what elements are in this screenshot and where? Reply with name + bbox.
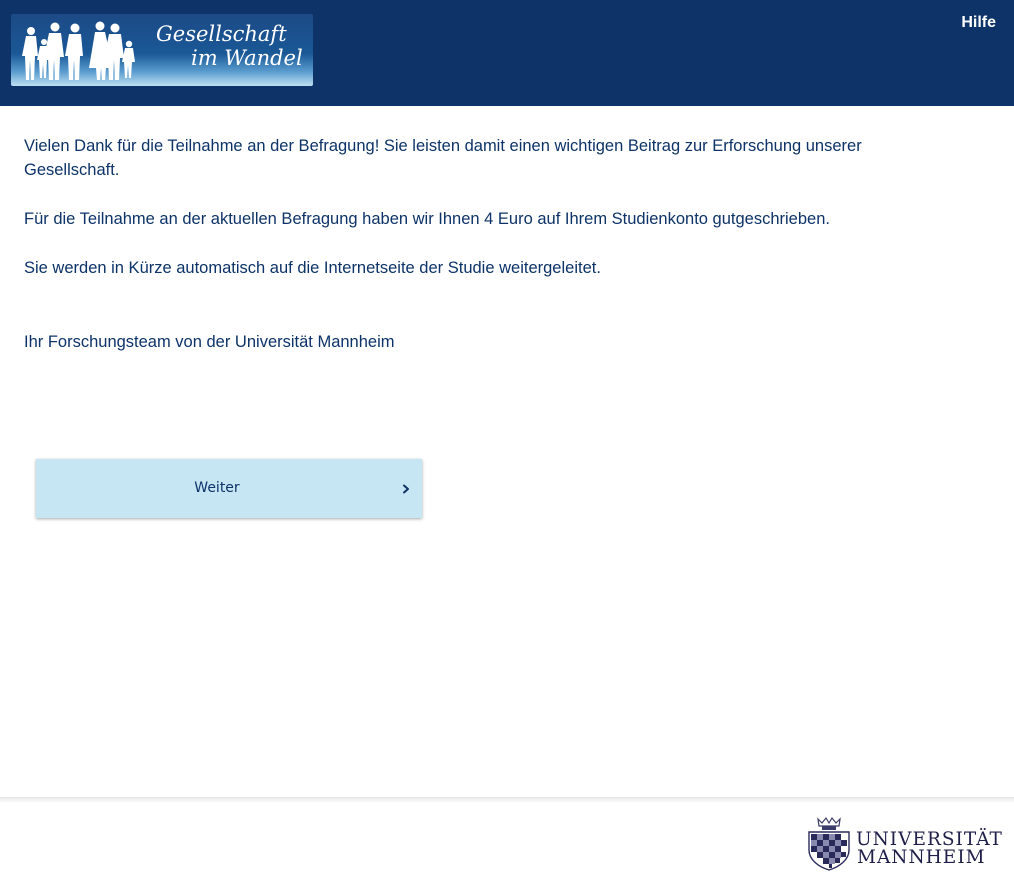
next-button-label: Weiter [194,480,240,496]
help-link[interactable]: Hilfe [961,13,996,33]
university-logo: UNIVERSITÄT MANNHEIM [804,814,1004,874]
thank-you-paragraph: Vielen Dank für die Teilnahme an der Bef… [24,137,862,179]
credit-paragraph: Für die Teilnahme an der aktuellen Befra… [24,210,830,228]
study-logo: Gesellschaft im Wandel [11,14,313,86]
footer-divider [0,797,1014,803]
logo-title-line1: Gesellschaft [156,22,287,46]
redirect-paragraph: Sie werden in Kürze automatisch auf die … [24,259,601,277]
signature-text: Ihr Forschungsteam von der Universität M… [24,333,395,351]
university-seal-icon [808,816,850,871]
university-name-line2: MANNHEIM [857,847,986,868]
next-button[interactable]: Weiter [36,459,422,518]
chevron-right-icon [403,484,409,494]
page-header: Gesellschaft im Wandel Hilfe [0,0,1014,106]
logo-title-line2: im Wandel [191,46,303,70]
